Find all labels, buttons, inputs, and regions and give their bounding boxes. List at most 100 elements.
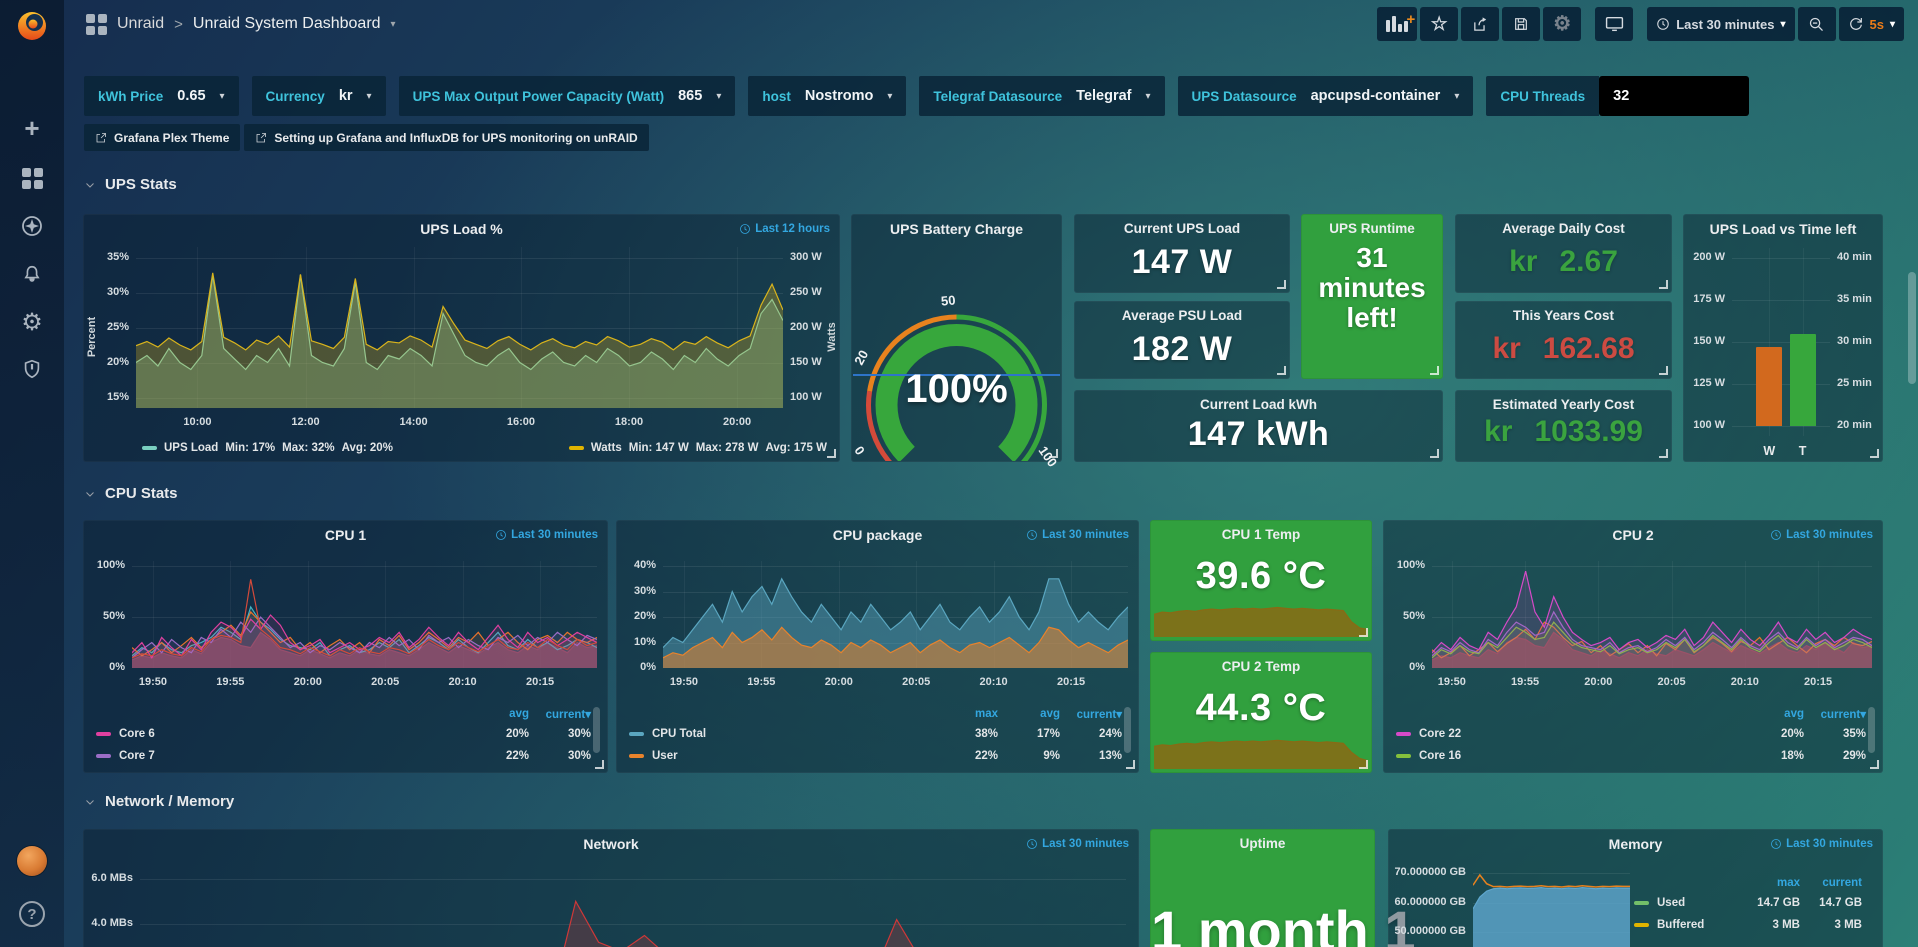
help-icon[interactable]: ? — [0, 896, 64, 932]
ups-load-chart[interactable]: 35%30%25%20%15%300 W250 W200 W150 W100 W… — [84, 243, 839, 417]
chevron-down-icon: ▾ — [1454, 91, 1459, 102]
cpu-package-chart[interactable]: 40%30%20%10%0%19:5019:5520:0020:0520:102… — [617, 549, 1138, 694]
zoom-out-button[interactable] — [1798, 7, 1836, 41]
panel-cpu2-temp: CPU 2 Temp 44.3 °C — [1150, 652, 1372, 773]
panel-time-range[interactable]: Last 12 hours — [739, 223, 830, 235]
stat-value: 2.67 — [1559, 245, 1617, 279]
refresh-interval: 5s — [1870, 17, 1884, 32]
section-cpu-stats[interactable]: CPU Stats — [84, 485, 178, 502]
variables-row: kWh Price0.65▾ Currencykr▾ UPS Max Outpu… — [84, 76, 1749, 116]
chevron-down-icon[interactable]: ▾ — [391, 19, 396, 30]
legend-column-header[interactable]: max — [1738, 877, 1800, 889]
legend-column-header[interactable]: avg — [467, 708, 529, 720]
page-title[interactable]: Unraid System Dashboard — [193, 15, 381, 33]
server-admin-shield-icon[interactable] — [0, 351, 64, 387]
legend-row[interactable]: Used14.7 GB14.7 GB — [1634, 892, 1862, 914]
panel-time-range[interactable]: Last 30 minutes — [1026, 529, 1129, 541]
chevron-down-icon: ▾ — [887, 91, 892, 102]
panel-title[interactable]: CPU package — [833, 527, 922, 543]
cycle-view-button[interactable] — [1595, 7, 1633, 41]
section-ups-stats[interactable]: UPS Stats — [84, 176, 177, 193]
explore-compass-icon[interactable] — [0, 208, 64, 244]
legend-column-header[interactable]: current▾ — [1804, 707, 1866, 721]
legend-row[interactable]: User22%9%13% — [629, 745, 1122, 767]
legend-column-header[interactable]: avg — [998, 708, 1060, 720]
settings-button[interactable]: ⚙ — [1543, 7, 1581, 41]
create-plus-icon[interactable]: + — [0, 110, 64, 146]
configuration-gear-icon[interactable]: ⚙ — [0, 305, 64, 341]
network-chart[interactable]: 6.0 MBs4.0 MBs2.0 MBs — [84, 858, 1138, 947]
zoom-out-icon — [1808, 16, 1825, 33]
panel-time-range[interactable]: Last 30 minutes — [495, 529, 598, 541]
legend-row[interactable]: CPU Total38%17%24% — [629, 723, 1122, 745]
variable-telegraf-datasource[interactable]: Telegraf DatasourceTelegraf▾ — [919, 76, 1164, 116]
cpu2-chart[interactable]: 100%50%0%19:5019:5520:0020:0520:1020:15 — [1384, 549, 1882, 694]
legend-column-header[interactable]: avg — [1742, 708, 1804, 720]
legend-row[interactable]: Core 722%30% — [96, 745, 591, 767]
legend-row[interactable]: Buffered3 MB3 MB — [1634, 914, 1862, 936]
breadcrumb[interactable]: Unraid > Unraid System Dashboard ▾ — [86, 14, 396, 35]
variable-ups-max-output[interactable]: UPS Max Output Power Capacity (Watt)865▾ — [399, 76, 736, 116]
monitor-icon — [1605, 16, 1624, 32]
cpu-threads-input[interactable] — [1599, 76, 1749, 116]
chevron-down-icon: ▾ — [1890, 19, 1895, 30]
variable-ups-datasource[interactable]: UPS Datasourceapcupsd-container▾ — [1178, 76, 1474, 116]
cpu1-legend[interactable]: avgcurrent▾ Core 620%30%Core 722%30% — [96, 705, 591, 767]
panel-estimated-yearly-cost: Estimated Yearly Cost kr1033.99 — [1455, 390, 1672, 462]
panel-time-range[interactable]: Last 30 minutes — [1770, 838, 1873, 850]
cpu1-chart[interactable]: 100%50%0%19:5019:5520:0020:0520:1020:15 — [84, 549, 607, 694]
add-panel-button[interactable]: + — [1377, 7, 1417, 41]
link-grafana-plex-theme[interactable]: Grafana Plex Theme — [84, 124, 240, 151]
variable-kwh-price[interactable]: kWh Price0.65▾ — [84, 76, 239, 116]
stat-value: 147 kWh — [1075, 415, 1442, 454]
legend-column-header[interactable]: current▾ — [1060, 707, 1122, 721]
star-button[interactable]: ☆ — [1420, 7, 1458, 41]
battery-gauge[interactable]: 02050100 — [852, 243, 1061, 461]
user-avatar[interactable] — [17, 846, 47, 876]
add-panel-icon: + — [1386, 16, 1408, 32]
save-button[interactable] — [1502, 7, 1540, 41]
legend-row[interactable]: Core 620%30% — [96, 723, 591, 745]
load-vs-time-chart[interactable]: 200 W175 W150 W125 W100 W40 min35 min30 … — [1684, 243, 1882, 461]
variable-currency[interactable]: Currencykr▾ — [252, 76, 386, 116]
panel-title[interactable]: CPU 1 — [325, 527, 366, 543]
time-range-picker[interactable]: Last 30 minutes ▾ — [1647, 7, 1794, 41]
share-button[interactable] — [1461, 7, 1499, 41]
link-ups-monitoring-guide[interactable]: Setting up Grafana and InfluxDB for UPS … — [244, 124, 648, 151]
legend-column-header[interactable]: current — [1800, 877, 1862, 889]
panel-title[interactable]: Network — [583, 836, 638, 852]
legend-scrollbar[interactable] — [593, 707, 600, 753]
legend-column-header[interactable]: max — [936, 708, 998, 720]
panel-title[interactable]: Memory — [1609, 836, 1663, 852]
alerting-bell-icon[interactable] — [0, 257, 64, 293]
dashboards-icon[interactable] — [0, 160, 64, 196]
stat-value: 162.68 — [1543, 332, 1635, 366]
cpu-package-legend[interactable]: maxavgcurrent▾ CPU Total38%17%24%User22%9… — [629, 705, 1122, 767]
panel-title[interactable]: UPS Load vs Time left — [1710, 221, 1857, 237]
page-scrollbar[interactable] — [1908, 272, 1916, 384]
panel-time-range[interactable]: Last 30 minutes — [1026, 838, 1129, 850]
legend-item-watts[interactable]: Watts Min: 147 WMax: 278 WAvg: 175 W — [569, 442, 827, 454]
legend-item-ups-load[interactable]: UPS Load Min: 17%Max: 32%Avg: 20% — [142, 442, 393, 454]
panel-title[interactable]: UPS Load % — [420, 221, 502, 237]
memory-chart[interactable]: 70.000000 GB60.000000 GB50.000000 GB — [1389, 858, 1636, 947]
panel-cpu-1: CPU 1 Last 30 minutes 100%50%0%19:5019:5… — [83, 520, 608, 773]
section-network-memory[interactable]: Network / Memory — [84, 793, 234, 810]
legend-scrollbar[interactable] — [1868, 707, 1875, 753]
refresh-button[interactable]: 5s ▾ — [1839, 7, 1905, 41]
legend-column-header[interactable]: current▾ — [529, 707, 591, 721]
variable-host[interactable]: hostNostromo▾ — [748, 76, 906, 116]
memory-legend[interactable]: maxcurrent Used14.7 GB14.7 GBBuffered3 MB… — [1634, 874, 1862, 936]
stat-value: 31 minutes left! — [1302, 243, 1442, 334]
panel-time-range[interactable]: Last 30 minutes — [1770, 529, 1873, 541]
cpu2-legend[interactable]: avgcurrent▾ Core 2220%35%Core 1618%29% — [1396, 705, 1866, 767]
legend-row[interactable]: Core 2220%35% — [1396, 723, 1866, 745]
breadcrumb-folder[interactable]: Unraid — [117, 15, 164, 33]
panel-title[interactable]: UPS Battery Charge — [890, 221, 1023, 237]
panel-cpu1-temp: CPU 1 Temp 39.6 °C — [1150, 520, 1372, 641]
grafana-logo-icon[interactable] — [14, 8, 50, 44]
panel-title[interactable]: CPU 2 — [1612, 527, 1653, 543]
legend-scrollbar[interactable] — [1124, 707, 1131, 753]
stat-value: 147 W — [1075, 243, 1289, 282]
legend-row[interactable]: Core 1618%29% — [1396, 745, 1866, 767]
